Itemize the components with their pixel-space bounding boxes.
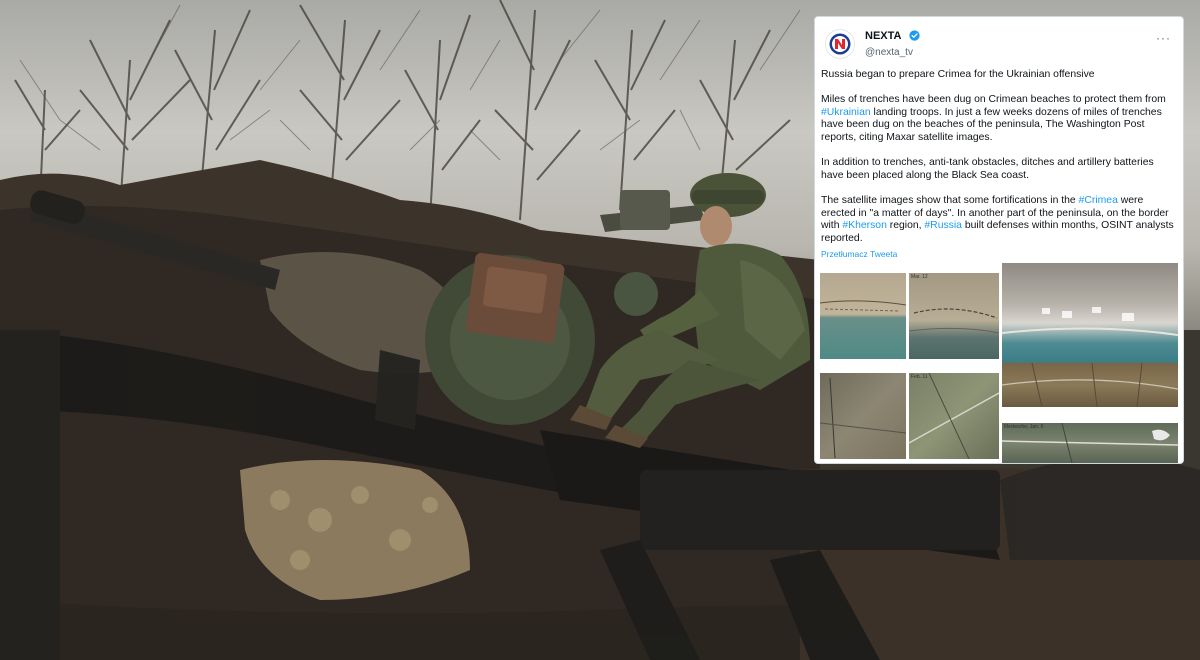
tweet-author: NEXTA @nexta_tv [865, 27, 920, 58]
hashtag-kherson[interactable]: #Kherson [842, 220, 886, 231]
hashtag-crimea[interactable]: #Crimea [1079, 195, 1118, 206]
image-date-label: Mar. 12 [911, 274, 928, 280]
nexta-logo-icon [829, 33, 851, 55]
tweet-text: Russia began to prepare Crimea for the U… [821, 69, 1175, 261]
hashtag-ukrainian[interactable]: #Ukrainian [821, 107, 871, 118]
satellite-image-1[interactable] [820, 273, 906, 359]
tweet-header: NEXTA @nexta_tv ··· [821, 25, 1175, 61]
text-segment: landing troops. In just a few weeks doze… [821, 106, 1162, 143]
satellite-image-5[interactable]: Feb. 11 [909, 373, 999, 459]
text-segment: region, [886, 220, 925, 232]
text-segment: Miles of trenches have been dug on Crime… [821, 94, 1166, 106]
nexta-avatar[interactable] [825, 29, 855, 59]
tweet-paragraph-1: Miles of trenches have been dug on Crime… [821, 94, 1175, 144]
tweet-headline: Russia began to prepare Crimea for the U… [821, 69, 1095, 80]
text-segment: The satellite images show that some fort… [821, 194, 1079, 206]
tweet-paragraph-3: The satellite images show that some fort… [821, 195, 1175, 245]
satellite-image-7[interactable]: Medvezhe, Jan. 6 [1002, 423, 1178, 463]
image-date-label: Medvezhe, Jan. 6 [1004, 424, 1044, 430]
more-options-icon[interactable]: ··· [1156, 31, 1171, 45]
author-handle[interactable]: @nexta_tv [865, 47, 920, 58]
tweet-paragraph-2: In addition to trenches, anti-tank obsta… [821, 157, 1154, 181]
hashtag-russia[interactable]: #Russia [924, 220, 962, 231]
tweet-media-collage[interactable]: Mar. 12 Feb. 11 Medvezhe, Jan. 6 [820, 263, 1178, 463]
satellite-image-2[interactable]: Mar. 12 [909, 273, 999, 359]
satellite-image-4[interactable] [820, 373, 906, 459]
translate-tweet-link[interactable]: Przetłumacz Tweeta [821, 248, 1175, 261]
tweet-card[interactable]: NEXTA @nexta_tv ··· Russia began to prep… [814, 16, 1184, 464]
image-date-label: Feb. 11 [911, 374, 928, 380]
author-display-name[interactable]: NEXTA [865, 30, 901, 42]
satellite-image-6[interactable] [1002, 363, 1178, 407]
verified-badge-icon [909, 30, 920, 41]
satellite-image-3[interactable] [1002, 263, 1178, 363]
